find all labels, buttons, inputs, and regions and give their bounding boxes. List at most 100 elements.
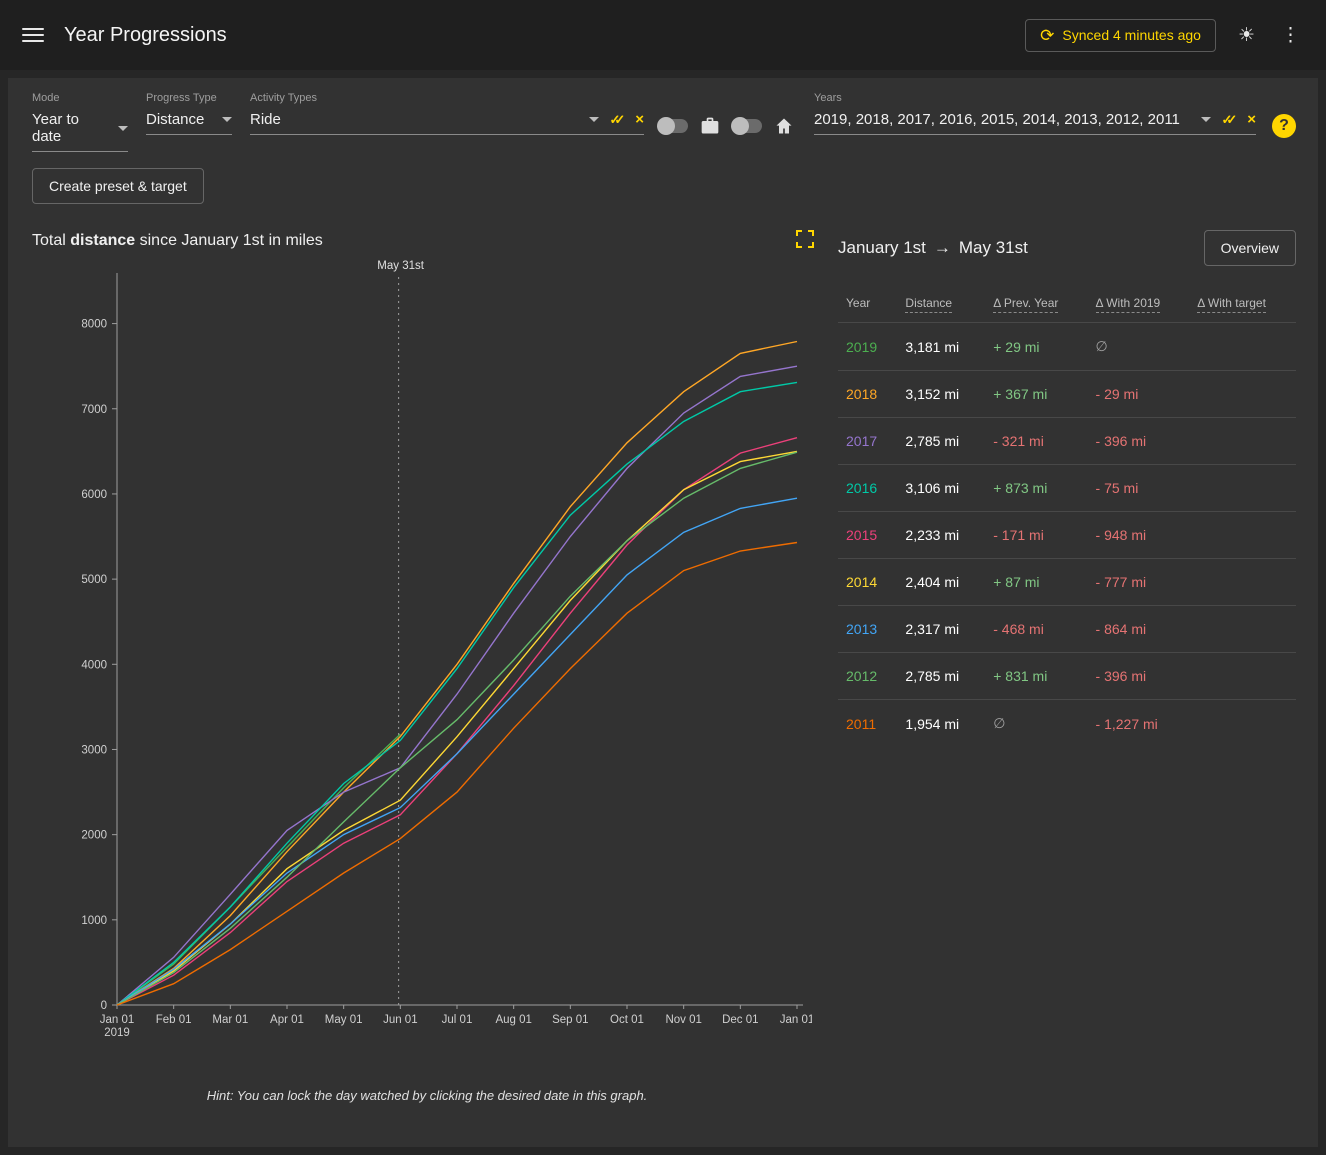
table-row[interactable]: 20152,233 mi- 171 mi- 948 mi (838, 512, 1296, 559)
create-preset-button[interactable]: Create preset & target (32, 168, 204, 204)
delta-with-2019-cell: - 1,227 mi (1088, 700, 1190, 748)
svg-text:Sep 01: Sep 01 (552, 1014, 588, 1026)
column-header[interactable]: Δ With 2019 (1088, 286, 1190, 323)
year-cell: 2016 (838, 465, 897, 512)
years-label: Years (814, 92, 1256, 104)
table-row[interactable]: 20132,317 mi- 468 mi- 864 mi (838, 606, 1296, 653)
app-bar: Year Progressions ⟳ Synced 4 minutes ago… (0, 0, 1326, 70)
activity-types-value: Ride (250, 111, 281, 128)
chevron-down-icon[interactable] (589, 117, 599, 122)
mode-label: Mode (32, 92, 128, 104)
sync-button[interactable]: ⟳ Synced 4 minutes ago (1025, 19, 1216, 52)
table-row[interactable]: 20193,181 mi+ 29 mi∅ (838, 323, 1296, 371)
year-cell: 2011 (838, 700, 897, 748)
delta-with-2019-cell: ∅ (1088, 323, 1190, 371)
svg-text:0: 0 (101, 1000, 107, 1012)
series-line-2013 (117, 498, 797, 1005)
arrow-right-icon: → (934, 238, 951, 258)
delta-with-2019-cell: - 864 mi (1088, 606, 1190, 653)
distance-cell: 2,233 mi (897, 512, 985, 559)
main-panel: Mode Year to date Progress Type Distance… (8, 78, 1318, 1147)
home-icon[interactable] (774, 116, 794, 136)
chevron-down-icon[interactable] (1201, 117, 1211, 122)
clear-selection-icon[interactable]: × (1247, 111, 1256, 128)
filter-bar: Mode Year to date Progress Type Distance… (32, 92, 1296, 152)
column-header: Year (838, 286, 897, 323)
table-row[interactable]: 20183,152 mi+ 367 mi- 29 mi (838, 371, 1296, 418)
svg-text:Jun 01: Jun 01 (383, 1014, 418, 1026)
chart-title: Total distance since January 1st in mile… (32, 232, 323, 250)
distance-cell: 3,152 mi (897, 371, 985, 418)
column-header[interactable]: Δ With target (1189, 286, 1296, 323)
delta-with-2019-cell: - 396 mi (1088, 653, 1190, 700)
overview-button[interactable]: Overview (1204, 230, 1296, 266)
delta-prev-year-cell: + 29 mi (985, 323, 1087, 371)
chevron-down-icon[interactable] (118, 126, 128, 131)
distance-cell: 3,106 mi (897, 465, 985, 512)
sync-icon: ⟳ (1040, 27, 1054, 44)
indoor-toggle[interactable] (732, 119, 762, 133)
series-line-2014 (117, 451, 797, 1005)
chevron-down-icon[interactable] (222, 117, 232, 122)
svg-text:Dec 01: Dec 01 (722, 1014, 758, 1026)
table-row[interactable]: 20172,785 mi- 321 mi- 396 mi (838, 418, 1296, 465)
table-row[interactable]: 20111,954 mi∅- 1,227 mi (838, 700, 1296, 748)
summary-table: YearDistanceΔ Prev. YearΔ With 2019Δ Wit… (838, 286, 1296, 747)
svg-text:Feb 01: Feb 01 (156, 1014, 192, 1026)
column-header[interactable]: Distance (897, 286, 985, 323)
clear-selection-icon[interactable]: × (635, 111, 644, 128)
series-line-2018 (117, 342, 797, 1006)
table-row[interactable]: 20163,106 mi+ 873 mi- 75 mi (838, 465, 1296, 512)
svg-text:2019: 2019 (104, 1027, 130, 1039)
mode-field[interactable]: Mode Year to date (32, 92, 128, 152)
delta-with-target-cell (1189, 606, 1296, 653)
distance-cell: 3,181 mi (897, 323, 985, 371)
delta-with-2019-cell: - 777 mi (1088, 559, 1190, 606)
chart-hint: Hint: You can lock the day watched by cl… (32, 1088, 822, 1103)
year-cell: 2014 (838, 559, 897, 606)
years-value: 2019, 2018, 2017, 2016, 2015, 2014, 2013… (814, 111, 1180, 128)
distance-cell: 2,404 mi (897, 559, 985, 606)
progress-type-label: Progress Type (146, 92, 232, 104)
svg-text:Apr 01: Apr 01 (270, 1014, 304, 1026)
delta-with-target-cell (1189, 323, 1296, 371)
commute-toggle[interactable] (658, 119, 688, 133)
fullscreen-icon[interactable] (796, 230, 814, 251)
progression-chart[interactable]: 010002000300040005000600070008000Jan 012… (32, 251, 812, 1081)
delta-prev-year-cell: - 321 mi (985, 418, 1087, 465)
activity-types-label: Activity Types (250, 92, 644, 104)
svg-text:May 01: May 01 (325, 1014, 363, 1026)
delta-with-target-cell (1189, 700, 1296, 748)
delta-with-target-cell (1189, 418, 1296, 465)
year-cell: 2013 (838, 606, 897, 653)
help-icon[interactable]: ? (1272, 114, 1296, 138)
table-row[interactable]: 20142,404 mi+ 87 mi- 777 mi (838, 559, 1296, 606)
svg-text:7000: 7000 (81, 404, 107, 416)
column-header[interactable]: Δ Prev. Year (985, 286, 1087, 323)
table-header-row: YearDistanceΔ Prev. YearΔ With 2019Δ Wit… (838, 286, 1296, 323)
select-all-icon[interactable]: ✓✓ (1221, 112, 1237, 128)
kebab-menu-icon[interactable]: ⋮ (1277, 22, 1304, 49)
delta-with-target-cell (1189, 512, 1296, 559)
brightness-icon[interactable]: ☀ (1234, 22, 1259, 49)
hamburger-menu-icon[interactable] (22, 28, 44, 42)
activity-types-field[interactable]: Activity Types Ride ✓✓ × (250, 92, 644, 135)
svg-text:6000: 6000 (81, 489, 107, 501)
distance-cell: 2,785 mi (897, 653, 985, 700)
summary-table-body: 20193,181 mi+ 29 mi∅20183,152 mi+ 367 mi… (838, 323, 1296, 748)
year-cell: 2012 (838, 653, 897, 700)
svg-text:Oct 01: Oct 01 (610, 1014, 644, 1026)
select-all-icon[interactable]: ✓✓ (609, 112, 625, 128)
date-range-label: January 1st → May 31st (838, 238, 1028, 258)
svg-text:Jul 01: Jul 01 (442, 1014, 473, 1026)
years-field[interactable]: Years 2019, 2018, 2017, 2016, 2015, 2014… (814, 92, 1256, 135)
progress-type-field[interactable]: Progress Type Distance (146, 92, 232, 135)
delta-with-target-cell (1189, 465, 1296, 512)
table-row[interactable]: 20122,785 mi+ 831 mi- 396 mi (838, 653, 1296, 700)
briefcase-icon[interactable] (700, 116, 720, 136)
svg-text:3000: 3000 (81, 744, 107, 756)
svg-text:1000: 1000 (81, 915, 107, 927)
svg-text:May 31st: May 31st (377, 260, 424, 272)
delta-prev-year-cell: - 171 mi (985, 512, 1087, 559)
delta-with-2019-cell: - 29 mi (1088, 371, 1190, 418)
